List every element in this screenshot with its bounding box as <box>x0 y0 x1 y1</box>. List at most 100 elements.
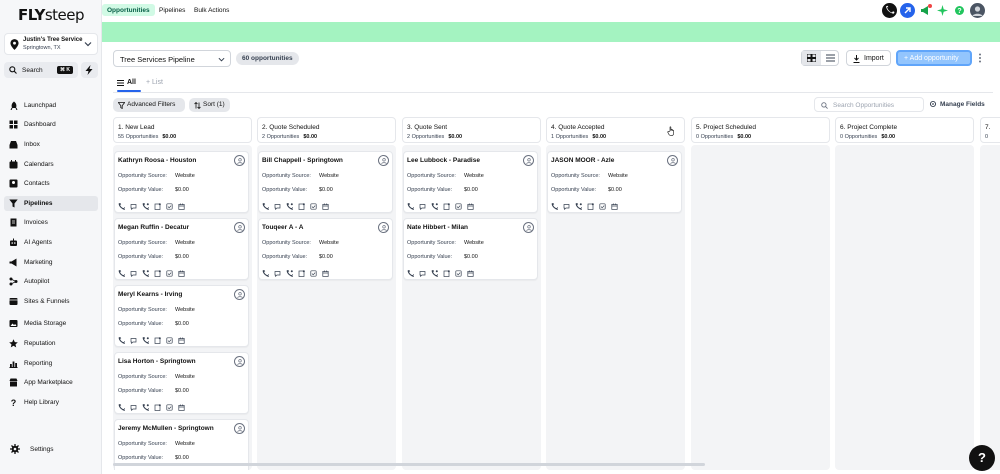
phone-icon[interactable] <box>407 270 414 277</box>
tab-bulk-actions[interactable]: Bulk Actions <box>189 4 234 16</box>
chat-icon[interactable] <box>130 203 137 210</box>
phone-button[interactable] <box>882 3 897 18</box>
calendar-icon[interactable] <box>322 203 329 210</box>
sidebar-item-autopilot[interactable]: Autopilot <box>4 274 98 289</box>
chat-icon[interactable] <box>130 404 137 411</box>
phone-icon[interactable] <box>118 404 125 411</box>
help-chat-button[interactable]: ? <box>969 445 995 471</box>
opportunity-name[interactable]: JASON MOOR - Azle <box>551 157 614 164</box>
assign-user-button[interactable] <box>378 155 389 166</box>
opportunity-name[interactable]: Nate Hibbert - Milan <box>407 224 468 231</box>
assign-user-button[interactable] <box>667 155 678 166</box>
sidebar-item-dashboard[interactable]: Dashboard <box>4 117 98 132</box>
note-icon[interactable] <box>443 203 450 210</box>
assign-user-button[interactable] <box>234 155 245 166</box>
notifications-button[interactable] <box>935 3 950 18</box>
note-icon[interactable] <box>443 270 450 277</box>
task-icon[interactable] <box>455 203 462 210</box>
calendar-icon[interactable] <box>322 270 329 277</box>
phone-missed-icon[interactable] <box>575 203 582 210</box>
task-icon[interactable] <box>599 203 606 210</box>
avatar[interactable] <box>970 3 985 18</box>
phone-icon[interactable] <box>262 270 269 277</box>
sidebar-item-reporting[interactable]: Reporting <box>4 356 98 371</box>
phone-missed-icon[interactable] <box>431 203 438 210</box>
tab-opportunities[interactable]: Opportunities <box>102 4 155 16</box>
task-icon[interactable] <box>166 404 173 411</box>
chat-icon[interactable] <box>274 270 281 277</box>
sidebar-item-marketing[interactable]: Marketing <box>4 255 98 270</box>
opportunity-name[interactable]: Bill Chappell - Springtown <box>262 157 343 164</box>
column-header[interactable]: 6. Project Complete 0 Opportunities $0.00 <box>835 117 974 143</box>
tab-pipelines[interactable]: Pipelines <box>154 4 190 16</box>
tab-add-list[interactable]: + List <box>146 79 163 86</box>
phone-missed-icon[interactable] <box>142 404 149 411</box>
column-header[interactable]: 7. 0 <box>980 117 1000 143</box>
announcements-button[interactable] <box>918 3 933 18</box>
task-icon[interactable] <box>166 270 173 277</box>
sidebar-item-reputation[interactable]: Reputation <box>4 336 98 351</box>
import-button[interactable]: Import <box>846 50 891 66</box>
phone-missed-icon[interactable] <box>286 203 293 210</box>
opportunity-name[interactable]: Lisa Horton - Springtown <box>118 358 196 365</box>
note-icon[interactable] <box>587 203 594 210</box>
sidebar-item-media-storage[interactable]: Media Storage <box>4 316 98 331</box>
opportunity-card[interactable]: Meryl Kearns - Irving Opportunity Source:… <box>114 285 249 347</box>
sidebar-item-inbox[interactable]: Inbox <box>4 137 98 152</box>
sidebar-item-contacts[interactable]: Contacts <box>4 176 98 191</box>
opportunity-card[interactable]: JASON MOOR - Azle Opportunity Source: Webs… <box>547 151 682 213</box>
assign-user-button[interactable] <box>234 222 245 233</box>
integrations-button[interactable] <box>900 3 915 18</box>
calendar-icon[interactable] <box>611 203 618 210</box>
phone-missed-icon[interactable] <box>431 270 438 277</box>
phone-missed-icon[interactable] <box>286 270 293 277</box>
opportunity-card[interactable]: Lisa Horton - Springtown Opportunity Sour… <box>114 352 249 414</box>
phone-icon[interactable] <box>118 203 125 210</box>
note-icon[interactable] <box>298 270 305 277</box>
chat-icon[interactable] <box>419 203 426 210</box>
quick-actions-button[interactable] <box>81 62 98 78</box>
sidebar-item-ai-agents[interactable]: AI Agents <box>4 235 98 250</box>
add-opportunity-button[interactable]: + Add opportunity <box>896 50 972 66</box>
chat-icon[interactable] <box>274 203 281 210</box>
assign-user-button[interactable] <box>234 423 245 434</box>
chat-icon[interactable] <box>130 270 137 277</box>
chat-icon[interactable] <box>563 203 570 210</box>
calendar-icon[interactable] <box>178 203 185 210</box>
task-icon[interactable] <box>166 203 173 210</box>
board-view-button[interactable] <box>802 51 821 65</box>
list-view-button[interactable] <box>821 51 840 65</box>
help-button[interactable]: ? <box>952 3 967 18</box>
phone-icon[interactable] <box>118 337 125 344</box>
column-header[interactable]: 5. Project Scheduled 0 Opportunities $0.00 <box>691 117 830 143</box>
horizontal-scrollbar[interactable] <box>113 463 705 466</box>
column-header[interactable]: 2. Quote Scheduled 2 Opportunities $0.00 <box>257 117 396 143</box>
opportunity-name[interactable]: Meryl Kearns - Irving <box>118 291 182 298</box>
task-icon[interactable] <box>310 270 317 277</box>
sidebar-item-sites-funnels[interactable]: Sites & Funnels <box>4 294 98 309</box>
sidebar-item-calendars[interactable]: Calendars <box>4 157 98 172</box>
note-icon[interactable] <box>154 270 161 277</box>
task-icon[interactable] <box>310 203 317 210</box>
sort-button[interactable]: Sort (1) <box>189 98 230 112</box>
pipeline-select[interactable]: Tree Services Pipeline <box>113 50 231 67</box>
more-options-icon[interactable] <box>977 53 983 63</box>
task-icon[interactable] <box>166 337 173 344</box>
opportunity-card[interactable]: Kathryn Roosa - Houston Opportunity Sourc… <box>114 151 249 213</box>
calendar-icon[interactable] <box>178 337 185 344</box>
note-icon[interactable] <box>298 203 305 210</box>
assign-user-button[interactable] <box>523 222 534 233</box>
calendar-icon[interactable] <box>178 270 185 277</box>
calendar-icon[interactable] <box>467 270 474 277</box>
phone-missed-icon[interactable] <box>142 337 149 344</box>
tab-all[interactable]: All <box>127 79 136 86</box>
assign-user-button[interactable] <box>378 222 389 233</box>
column-header[interactable]: 3. Quote Sent 2 Opportunities $0.00 <box>402 117 541 143</box>
assign-user-button[interactable] <box>234 356 245 367</box>
location-switcher[interactable]: Justin's Tree Service Springtown, TX <box>4 33 98 55</box>
sidebar-item-launchpad[interactable]: Launchpad <box>4 98 98 113</box>
assign-user-button[interactable] <box>234 289 245 300</box>
phone-icon[interactable] <box>118 270 125 277</box>
advanced-filters-button[interactable]: Advanced Filters <box>113 98 185 112</box>
note-icon[interactable] <box>154 404 161 411</box>
